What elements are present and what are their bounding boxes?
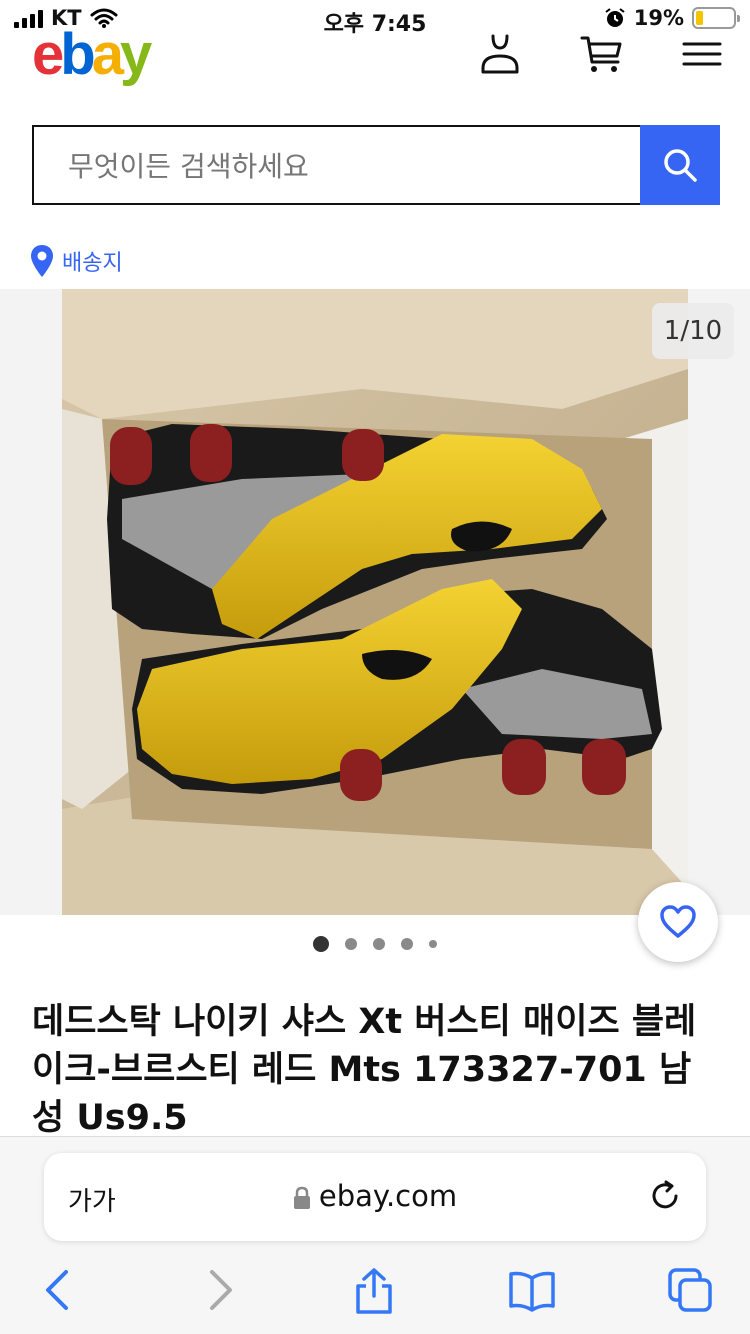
lock-icon [293,1186,310,1209]
pagination-dot[interactable] [429,940,437,948]
ship-to-location[interactable]: 배송지 [30,244,123,278]
image-gallery[interactable]: 1/10 [0,289,750,915]
gallery-pagination [0,936,750,952]
url-display[interactable]: ebay.com [44,1179,706,1213]
tabs-icon[interactable] [666,1266,714,1314]
logo-letter: b [60,22,95,87]
pagination-dot[interactable] [345,938,357,950]
pagination-dot-active[interactable] [313,936,329,952]
search-bar: 무엇이든 검색하세요 [32,125,720,205]
url-text: ebay.com [318,1179,458,1213]
cart-icon[interactable] [580,34,624,74]
search-button[interactable] [640,125,720,205]
product-title: 데드스탁 나이키 샤스 Xt 버스티 매이즈 블레이크-브르스티 레드 Mts … [32,1002,697,1138]
heart-icon [660,905,696,938]
product-image[interactable] [62,289,688,915]
location-pin-icon [31,245,53,277]
logo-letter: a [91,22,124,87]
search-input[interactable]: 무엇이든 검색하세요 [32,125,640,205]
ebay-logo[interactable]: ebay [32,26,152,84]
reload-icon[interactable] [648,1179,682,1213]
location-label: 배송지 [62,251,123,276]
pagination-dot[interactable] [373,938,385,950]
logo-letter: e [32,22,64,87]
image-counter: 1/10 [652,303,734,359]
back-icon[interactable] [34,1266,82,1314]
site-header: ebay [0,24,750,88]
bookmarks-icon[interactable] [508,1266,556,1314]
sneaker-photo-illustration [62,289,688,915]
menu-icon[interactable] [680,34,724,74]
forward-icon[interactable] [196,1266,244,1314]
user-icon[interactable] [478,34,522,74]
address-bar[interactable]: 가가 ebay.com [44,1153,706,1241]
search-icon [664,149,697,182]
logo-letter: y [119,22,152,87]
share-icon[interactable] [350,1266,398,1314]
pagination-dot[interactable] [401,938,413,950]
battery-fill [696,11,703,25]
